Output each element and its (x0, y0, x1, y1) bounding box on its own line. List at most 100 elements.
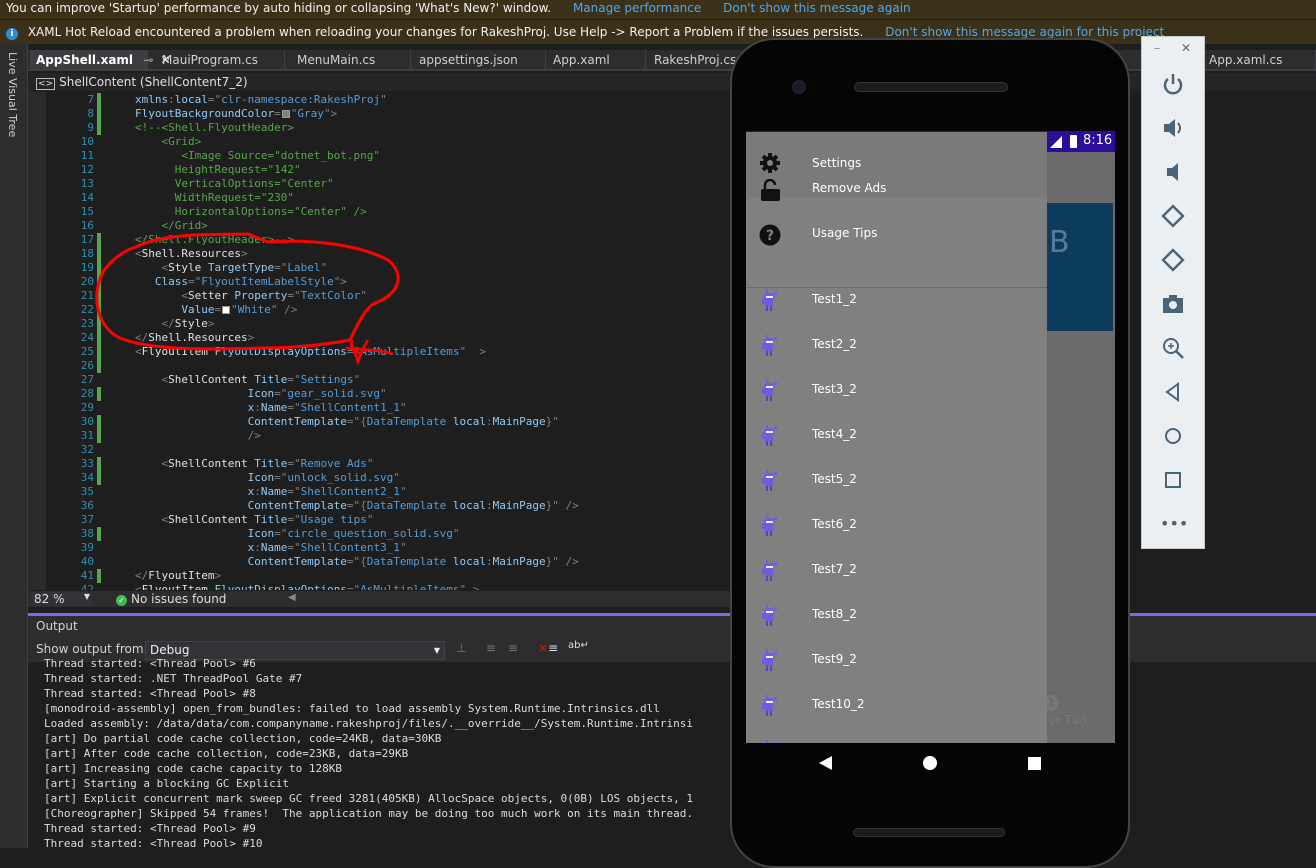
flyout-item-label: Test1_2 (812, 292, 857, 306)
show-output-label: Show output from: (36, 642, 148, 656)
tab-mauiprogram[interactable]: MauiProgram.cs (156, 50, 285, 71)
flyout-item-usage-tips[interactable]: ? Usage Tips (746, 222, 1047, 267)
flyout-item-label: Test3_2 (812, 382, 857, 396)
close-button[interactable]: ✕ (1181, 41, 1191, 55)
back-icon[interactable] (1160, 379, 1186, 405)
output-source-value: Debug (150, 643, 190, 657)
flyout-item-remove-ads[interactable]: Remove Ads (746, 177, 1047, 222)
tab-label: AppShell.xaml (36, 53, 134, 67)
word-wrap-icon[interactable]: ab↵ (568, 640, 589, 651)
output-line: Thread started: <Thread Pool> #8 (44, 687, 256, 700)
dont-show-again-link[interactable]: Don't show this message again (723, 1, 911, 15)
tab-appsettings[interactable]: appsettings.json (413, 50, 546, 71)
flyout-item-test[interactable]: Test3_2 (746, 378, 1047, 423)
find-message-icon[interactable]: ⊥ (456, 641, 466, 655)
background-letter: B (1049, 225, 1070, 260)
background-usage-tips: ? ge Tips (1043, 695, 1088, 726)
tab-label: appsettings.json (419, 53, 518, 67)
home-icon[interactable] (1160, 423, 1186, 449)
flyout-item-label: Test9_2 (812, 652, 857, 666)
output-line: [art] After code cache collection, code=… (44, 747, 409, 760)
unlock-icon (759, 178, 781, 204)
flyout-item-test[interactable]: Test10_2 (746, 693, 1047, 738)
flyout-item-test[interactable]: Test2_2 (746, 333, 1047, 378)
overview-icon[interactable] (1160, 467, 1186, 493)
dotnet-bot-icon (761, 380, 779, 405)
zoom-dropdown[interactable]: 82 % ▼ (32, 592, 92, 606)
scroll-left-icon[interactable]: ◀ (288, 592, 296, 603)
output-line: Loaded assembly: /data/data/com.companyn… (44, 717, 694, 730)
flyout-item-test[interactable]: Test8_2 (746, 603, 1047, 648)
previous-message-icon[interactable]: ≡ (486, 641, 496, 655)
next-message-icon[interactable]: ≡ (508, 641, 518, 655)
dotnet-bot-icon (761, 650, 779, 675)
hot-reload-message: XAML Hot Reload encountered a problem wh… (27, 25, 864, 39)
check-icon: ✓ (116, 595, 127, 606)
battery-icon (1070, 135, 1077, 148)
back-button[interactable] (819, 756, 832, 770)
perf-message: You can improve 'Startup' performance by… (6, 1, 552, 15)
overview-button[interactable] (1028, 757, 1041, 770)
tab-label: MenuMain.cs (297, 53, 376, 67)
flyout-item-label: Settings (812, 156, 862, 170)
dont-show-project-link[interactable]: Don't show this message again for this p… (885, 25, 1164, 39)
device-screen[interactable]: B ? ge Tips 8:16 Settings Remove Ads? Usage… (746, 131, 1115, 743)
dotnet-bot-icon (761, 470, 779, 495)
dotnet-bot-icon (761, 335, 779, 360)
zoom-value: 82 % (34, 592, 65, 606)
power-icon[interactable] (1160, 71, 1186, 97)
flyout-item-label: Test10_2 (812, 697, 865, 711)
tab-app-xaml-cs[interactable]: App.xaml.cs (1203, 50, 1316, 71)
volume-down-icon[interactable] (1160, 159, 1186, 185)
speaker-grille (854, 82, 1008, 92)
code-editor[interactable]: 7 xmlns:local="clr-namespace:RakeshProj" 8… (28, 92, 738, 590)
element-icon: <> (36, 78, 56, 90)
background-tips-text: ge Tips (1048, 713, 1088, 726)
output-line: [art] Do partial code cache collection, … (44, 732, 442, 745)
volume-up-icon[interactable] (1160, 115, 1186, 141)
circle-question-icon: ? (759, 224, 781, 249)
dotnet-bot-icon (761, 290, 779, 315)
tab-appshell-xaml[interactable]: AppShell.xaml ⊸ ✕ (30, 50, 171, 71)
flyout-item-test[interactable]: Test7_2 (746, 558, 1047, 603)
flyout-item-test[interactable]: Test1_2 (746, 288, 1047, 333)
gear-icon (759, 152, 781, 177)
flyout-item-test[interactable]: Test4_2 (746, 423, 1047, 468)
tab-menumain[interactable]: MenuMain.cs (291, 50, 411, 71)
flyout-item-test[interactable]: Test5_2 (746, 468, 1047, 513)
pin-icon[interactable]: ⊸ (143, 53, 153, 67)
chevron-down-icon: ▼ (83, 592, 90, 601)
clear-all-icon[interactable]: ×≡ (538, 641, 558, 655)
rotate-left-icon[interactable] (1160, 203, 1186, 229)
flyout-item-test[interactable]: Test6_2 (746, 513, 1047, 558)
flyout-item-label: Test6_2 (812, 517, 857, 531)
camera-icon[interactable] (1160, 291, 1186, 317)
flyout-item-test[interactable]: Test9_2 (746, 648, 1047, 693)
flyout-item-label: Test4_2 (812, 427, 857, 441)
more-icon[interactable]: ••• (1160, 511, 1188, 537)
bottom-speaker-grille (853, 828, 1005, 837)
editor-status-bar: 82 % ▼ ✓ No issues found ◀ (28, 591, 738, 607)
issues-indicator[interactable]: ✓ No issues found (116, 592, 226, 606)
tab-app-xaml[interactable]: App.xaml (547, 50, 646, 71)
manage-performance-link[interactable]: Manage performance (573, 1, 701, 15)
output-line: Thread started: <Thread Pool> #6 (44, 657, 256, 670)
flyout-menu: Settings Remove Ads? Usage Tips Test1_2 Tes… (746, 132, 1047, 743)
dotnet-bot-icon (761, 560, 779, 585)
output-line: Thread started: .NET ThreadPool Gate #7 (44, 672, 303, 685)
android-nav-bar (746, 743, 1115, 788)
rotate-right-icon[interactable] (1160, 247, 1186, 273)
emulator-toolbar: – ✕ ••• (1141, 36, 1205, 549)
flyout-item-label: Test2_2 (812, 337, 857, 351)
minimize-button[interactable]: – (1154, 41, 1160, 55)
flyout-item-label: Usage Tips (812, 226, 878, 240)
hot-reload-infobar: i XAML Hot Reload encountered a problem … (0, 20, 1316, 44)
zoom-icon[interactable] (1160, 335, 1186, 361)
flyout-item-label: Remove Ads (812, 181, 887, 195)
live-visual-tree-tab[interactable]: Live Visual Tree (0, 44, 28, 848)
home-button[interactable] (923, 756, 937, 770)
output-line: [Choreographer] Skipped 54 frames! The a… (44, 807, 694, 820)
output-line: [art] Increasing code cache capacity to … (44, 762, 343, 775)
dotnet-bot-icon (761, 425, 779, 450)
issues-label: No issues found (131, 592, 227, 606)
